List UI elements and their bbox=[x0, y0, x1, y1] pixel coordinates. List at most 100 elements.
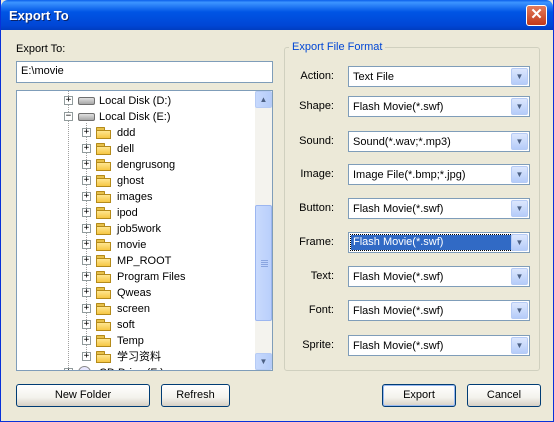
folder-icon bbox=[96, 207, 112, 219]
chevron-down-icon[interactable]: ▼ bbox=[511, 234, 528, 251]
button-format-select[interactable]: Flash Movie(*.swf) ▼ bbox=[348, 198, 530, 219]
font-label: Font: bbox=[308, 304, 334, 316]
folder-icon bbox=[96, 239, 112, 251]
tree-item-label: Temp bbox=[117, 335, 144, 347]
frame-format-select[interactable]: Flash Movie(*.swf) ▼ bbox=[348, 232, 530, 253]
tree-item[interactable]: + Program Files bbox=[17, 269, 255, 285]
folder-tree[interactable]: + Local Disk (D:) − Local Disk (E:) + ddd + del… bbox=[16, 90, 273, 371]
sound-format-select[interactable]: Sound(*.wav;*.mp3) ▼ bbox=[348, 131, 530, 152]
tree-item[interactable]: + Temp bbox=[17, 333, 255, 349]
expand-icon[interactable]: + bbox=[82, 224, 91, 233]
tree-item[interactable]: − Local Disk (E:) bbox=[17, 109, 255, 125]
tree-item-label: dell bbox=[117, 143, 135, 155]
text-label: Text: bbox=[310, 270, 334, 282]
tree-item[interactable]: + Local Disk (D:) bbox=[17, 93, 255, 109]
tree-item[interactable]: + Qweas bbox=[17, 285, 255, 301]
tree-item[interactable]: + MP_ROOT bbox=[17, 253, 255, 269]
tree-item[interactable]: + CD Drive (F:) bbox=[17, 365, 255, 370]
tree-item-label: Local Disk (D:) bbox=[99, 95, 172, 107]
chevron-down-icon[interactable]: ▼ bbox=[511, 337, 528, 354]
tree-item[interactable]: + dell bbox=[17, 141, 255, 157]
chevron-down-icon[interactable]: ▼ bbox=[511, 98, 528, 115]
expand-icon[interactable]: + bbox=[82, 288, 91, 297]
tree-item-label: MP_ROOT bbox=[117, 255, 172, 267]
expand-icon[interactable]: + bbox=[64, 96, 73, 105]
tree-item[interactable]: + screen bbox=[17, 301, 255, 317]
font-format-select[interactable]: Flash Movie(*.swf) ▼ bbox=[348, 300, 530, 321]
expand-icon[interactable]: + bbox=[82, 240, 91, 249]
expand-icon[interactable]: + bbox=[82, 128, 91, 137]
scroll-down-button[interactable]: ▼ bbox=[255, 353, 272, 370]
tree-item[interactable]: + dengrusong bbox=[17, 157, 255, 173]
cd-drive-icon bbox=[78, 366, 91, 370]
tree-item[interactable]: + job5work bbox=[17, 221, 255, 237]
collapse-icon[interactable]: − bbox=[64, 112, 73, 121]
tree-vertical-scrollbar[interactable]: ▲ ▼ bbox=[255, 91, 272, 370]
tree-item-label: CD Drive (F:) bbox=[99, 365, 164, 370]
expand-icon[interactable]: + bbox=[64, 368, 73, 370]
folder-icon bbox=[96, 223, 112, 235]
sprite-label: Sprite: bbox=[302, 339, 334, 351]
tree-item-label: Local Disk (E:) bbox=[99, 111, 171, 123]
tree-item-label: ddd bbox=[117, 127, 136, 139]
folder-icon bbox=[96, 175, 112, 187]
expand-icon[interactable]: + bbox=[82, 160, 91, 169]
font-format-value: Flash Movie(*.swf) bbox=[353, 305, 444, 317]
cancel-button[interactable]: Cancel bbox=[467, 384, 541, 407]
folder-icon bbox=[96, 255, 112, 267]
tree-item-label: movie bbox=[117, 239, 147, 251]
chevron-down-icon[interactable]: ▼ bbox=[511, 68, 528, 85]
refresh-button[interactable]: Refresh bbox=[161, 384, 230, 407]
frame-format-value: Flash Movie(*.swf) bbox=[350, 234, 513, 251]
expand-icon[interactable]: + bbox=[82, 208, 91, 217]
chevron-down-icon[interactable]: ▼ bbox=[511, 200, 528, 217]
chevron-down-icon[interactable]: ▼ bbox=[511, 166, 528, 183]
expand-icon[interactable]: + bbox=[82, 320, 91, 329]
tree-item[interactable]: + ddd bbox=[17, 125, 255, 141]
expand-icon[interactable]: + bbox=[82, 304, 91, 313]
folder-icon bbox=[96, 191, 112, 203]
tree-item[interactable]: + movie bbox=[17, 237, 255, 253]
title-bar[interactable]: Export To ✕ bbox=[1, 0, 553, 30]
chevron-down-icon[interactable]: ▼ bbox=[511, 268, 528, 285]
tree-item-label: job5work bbox=[117, 223, 162, 235]
expand-icon[interactable]: + bbox=[82, 144, 91, 153]
expand-icon[interactable]: + bbox=[82, 176, 91, 185]
folder-icon bbox=[96, 351, 112, 363]
shape-format-value: Flash Movie(*.swf) bbox=[353, 101, 444, 113]
new-folder-button[interactable]: New Folder bbox=[16, 384, 150, 407]
button-format-value: Flash Movie(*.swf) bbox=[353, 203, 444, 215]
folder-icon bbox=[96, 287, 112, 299]
shape-format-select[interactable]: Flash Movie(*.swf) ▼ bbox=[348, 96, 530, 117]
expand-icon[interactable]: + bbox=[82, 256, 91, 265]
close-button[interactable]: ✕ bbox=[526, 5, 547, 26]
folder-icon bbox=[96, 159, 112, 171]
sound-label: Sound: bbox=[299, 135, 334, 147]
export-to-label: Export To: bbox=[16, 43, 66, 55]
tree-item[interactable]: + ghost bbox=[17, 173, 255, 189]
text-format-select[interactable]: Flash Movie(*.swf) ▼ bbox=[348, 266, 530, 287]
expand-icon[interactable]: + bbox=[82, 192, 91, 201]
sprite-format-select[interactable]: Flash Movie(*.swf) ▼ bbox=[348, 335, 530, 356]
image-format-select[interactable]: Image File(*.bmp;*.jpg) ▼ bbox=[348, 164, 530, 185]
export-button[interactable]: Export bbox=[382, 384, 456, 407]
expand-icon[interactable]: + bbox=[82, 352, 91, 361]
action-format-select[interactable]: Text File ▼ bbox=[348, 66, 530, 87]
folder-icon bbox=[96, 319, 112, 331]
tree-item[interactable]: + 学习资料 bbox=[17, 349, 255, 365]
expand-icon[interactable]: + bbox=[82, 272, 91, 281]
folder-icon bbox=[96, 271, 112, 283]
tree-item[interactable]: + ipod bbox=[17, 205, 255, 221]
folder-icon bbox=[96, 303, 112, 315]
export-path-input[interactable]: E:\movie bbox=[16, 61, 273, 83]
tree-item-label: ipod bbox=[117, 207, 138, 219]
folder-icon bbox=[96, 335, 112, 347]
tree-item[interactable]: + images bbox=[17, 189, 255, 205]
tree-item[interactable]: + soft bbox=[17, 317, 255, 333]
expand-icon[interactable]: + bbox=[82, 336, 91, 345]
chevron-down-icon[interactable]: ▼ bbox=[511, 302, 528, 319]
chevron-down-icon[interactable]: ▼ bbox=[511, 133, 528, 150]
window-title: Export To bbox=[9, 8, 69, 23]
tree-item-label: 学习资料 bbox=[117, 351, 161, 363]
action-format-value: Text File bbox=[353, 71, 394, 83]
